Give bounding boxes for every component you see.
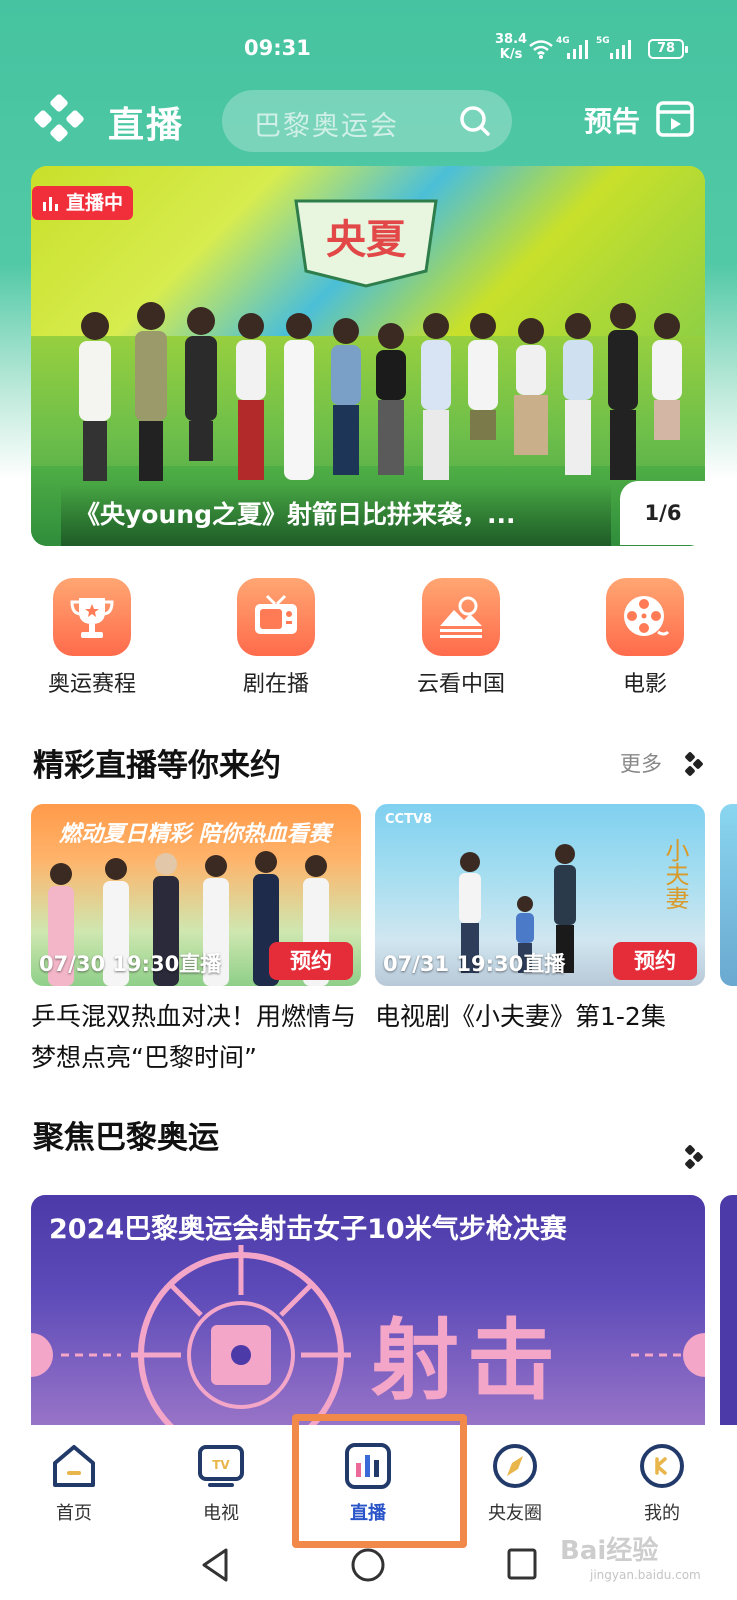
status-bar: 09:31 38.4 K/s 4G 5G 78 [0, 30, 737, 70]
watermark: Bai经验 [560, 1536, 659, 1566]
focus-banner[interactable]: 射击 2024巴黎奥运会射击女子10米气步枪决赛 [31, 1195, 705, 1430]
quick-link-drama[interactable]: 剧在播 [211, 578, 341, 698]
hero-pager: 1/6 [620, 481, 706, 545]
focus-banner-title: 2024巴黎奥运会射击女子10米气步枪决赛 [49, 1214, 567, 1245]
more-arrow-icon[interactable] [683, 751, 705, 777]
nav-label: 央友圈 [488, 1503, 542, 1524]
live-bars-icon [43, 197, 58, 211]
home-button-icon[interactable] [346, 1540, 390, 1590]
svg-text:TV: TV [212, 1458, 230, 1472]
nav-label: 电视 [203, 1503, 239, 1524]
preview-button[interactable]: 预告 [584, 100, 640, 140]
search-placeholder: 巴黎奥运会 [254, 111, 399, 142]
card-time: 07/31 19:30直播 [383, 952, 566, 976]
recents-icon[interactable] [502, 1540, 542, 1590]
network-speed: 38.4 K/s [495, 32, 527, 62]
nav-label: 首页 [56, 1503, 92, 1524]
live-badge-label: 直播中 [66, 192, 124, 214]
speed-unit: K/s [499, 47, 523, 62]
more-link[interactable]: 更多 [620, 748, 662, 778]
show-logo-icon: 央夏 [294, 199, 438, 288]
speed-value: 38.4 [495, 32, 528, 47]
next-focus-peek [720, 1195, 737, 1430]
film-tile [606, 578, 684, 656]
quick-link-movies[interactable]: 电影 [580, 578, 710, 698]
battery-indicator: 78 [648, 39, 688, 59]
quick-link-label: 剧在播 [242, 672, 309, 697]
live-card[interactable]: 燃动夏日精彩 陪你热血看赛 07/30 19:30直播 预约 乒乓混双热血对决！… [31, 804, 361, 1078]
home-icon [53, 1445, 95, 1487]
next-card-peek [720, 804, 737, 986]
live-badge: 直播中 [32, 186, 134, 220]
more-arrow-icon[interactable] [683, 1144, 705, 1170]
profile-icon [640, 1444, 684, 1488]
back-icon[interactable] [196, 1540, 236, 1590]
status-time: 09:31 [244, 36, 311, 60]
quick-link-label: 奥运赛程 [47, 672, 136, 697]
quick-link-label: 云看中国 [416, 672, 505, 697]
nav-community[interactable]: 央友圈 [465, 1441, 565, 1525]
hero-banner[interactable]: 央夏 《央young之夏》射箭日比拼来袭，... [31, 166, 705, 546]
compass-icon [493, 1444, 537, 1488]
trophy-tile [53, 578, 131, 656]
search-icon[interactable] [458, 104, 492, 138]
wifi-icon [529, 40, 553, 59]
tv-nav-icon: TV [198, 1445, 244, 1487]
quick-link-cloud-china[interactable]: 云看中国 [396, 578, 526, 698]
card-title: 电视剧《小夫妻》第1-2集 [375, 1002, 666, 1031]
banner-art-text: 射击 [371, 1309, 564, 1412]
highlight-annotation-box [292, 1414, 467, 1548]
tv-icon [255, 594, 297, 634]
tv-tile [237, 578, 315, 656]
quick-link-olympic-schedule[interactable]: 奥运赛程 [27, 578, 157, 698]
nav-profile[interactable]: 我的 [612, 1441, 712, 1525]
landscape-tile [422, 578, 500, 656]
card-time: 07/30 19:30直播 [39, 952, 222, 976]
card-title: 乒乓混双热血对决！用燃情与梦想点亮“巴黎时间” [31, 1002, 357, 1072]
card-thumbnail: CCTV8 小夫妻 07/31 19:30直播 预约 [375, 804, 705, 986]
landscape-icon [440, 596, 482, 638]
svg-text:央夏: 央夏 [326, 217, 407, 263]
card-thumbnail: 燃动夏日精彩 陪你热血看赛 07/30 19:30直播 预约 [31, 804, 361, 986]
quick-link-label: 电影 [622, 672, 667, 697]
nav-tv[interactable]: TV 电视 [171, 1441, 271, 1525]
film-reel-icon [624, 596, 670, 636]
cctv-logo-icon [34, 94, 84, 142]
nav-label: 我的 [644, 1503, 680, 1524]
schedule-icon[interactable] [656, 100, 694, 138]
svg-text:小夫妻: 小夫妻 [661, 838, 689, 910]
nav-home[interactable]: 首页 [24, 1441, 124, 1525]
hero-caption: 《央young之夏》射箭日比拼来袭，... [61, 484, 611, 546]
section-title-live: 精彩直播等你来约 [33, 748, 281, 784]
watermark-url: jingyan.baidu.com [590, 1568, 701, 1582]
trophy-icon [70, 598, 114, 638]
search-input[interactable]: 巴黎奥运会 [222, 90, 512, 152]
signal-icon [567, 40, 588, 59]
page-title: 直播 [108, 105, 185, 146]
live-card[interactable]: CCTV8 小夫妻 07/31 19:30直播 预约 电视剧《小夫妻》第1-2集 [375, 804, 705, 1037]
reserve-button[interactable]: 预约 [613, 942, 697, 980]
signal-icon-2 [610, 40, 631, 59]
section-title-focus: 聚焦巴黎奥运 [33, 1120, 219, 1156]
reserve-button[interactable]: 预约 [269, 942, 353, 980]
